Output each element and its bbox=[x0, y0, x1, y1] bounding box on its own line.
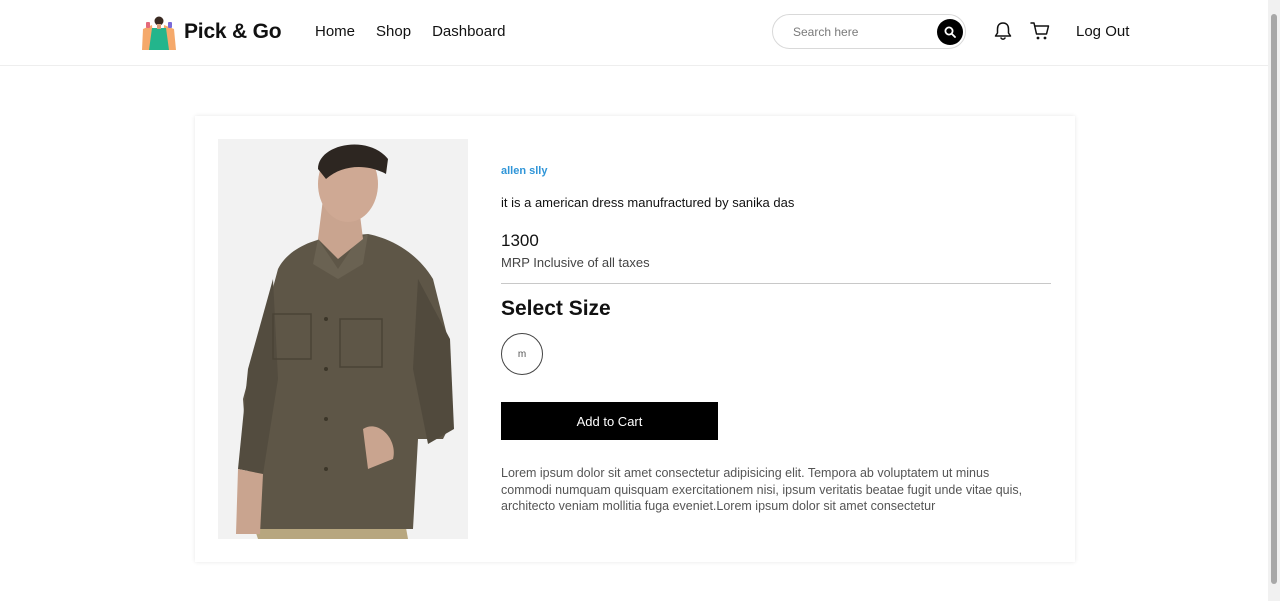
main-nav: Home Shop Dashboard bbox=[315, 22, 526, 42]
search-bar bbox=[772, 14, 966, 49]
cart-icon[interactable] bbox=[1029, 20, 1051, 42]
bell-icon[interactable] bbox=[992, 20, 1014, 42]
logo-text: Pick & Go bbox=[184, 20, 282, 43]
product-description: it is a american dress manufractured by … bbox=[501, 195, 795, 210]
top-navbar: Pick & Go Home Shop Dashboard Log Out bbox=[0, 0, 1268, 66]
logout-link[interactable]: Log Out bbox=[1076, 22, 1129, 42]
brand-link[interactable]: allen slly bbox=[501, 165, 547, 177]
add-to-cart-button[interactable]: Add to Cart bbox=[501, 402, 718, 440]
nav-home[interactable]: Home bbox=[315, 22, 355, 42]
product-photo bbox=[218, 139, 468, 539]
product-image bbox=[218, 139, 468, 539]
logo-icon bbox=[142, 16, 176, 50]
divider bbox=[501, 283, 1051, 284]
nav-dashboard[interactable]: Dashboard bbox=[432, 22, 505, 42]
product-price: 1300 bbox=[501, 231, 539, 250]
logo[interactable]: Pick & Go bbox=[140, 14, 282, 50]
size-option-m[interactable]: m bbox=[501, 333, 543, 375]
search-button[interactable] bbox=[937, 19, 963, 45]
size-heading: Select Size bbox=[501, 297, 611, 320]
page-scrollbar[interactable] bbox=[1268, 0, 1280, 601]
search-input[interactable] bbox=[793, 23, 933, 41]
price-note: MRP Inclusive of all taxes bbox=[501, 255, 650, 270]
product-long-description: Lorem ipsum dolor sit amet consectetur a… bbox=[501, 466, 1023, 513]
product-card: allen slly it is a american dress manufr… bbox=[195, 116, 1075, 562]
nav-shop[interactable]: Shop bbox=[376, 22, 411, 42]
search-icon bbox=[944, 26, 956, 38]
scrollbar-thumb[interactable] bbox=[1271, 14, 1277, 584]
